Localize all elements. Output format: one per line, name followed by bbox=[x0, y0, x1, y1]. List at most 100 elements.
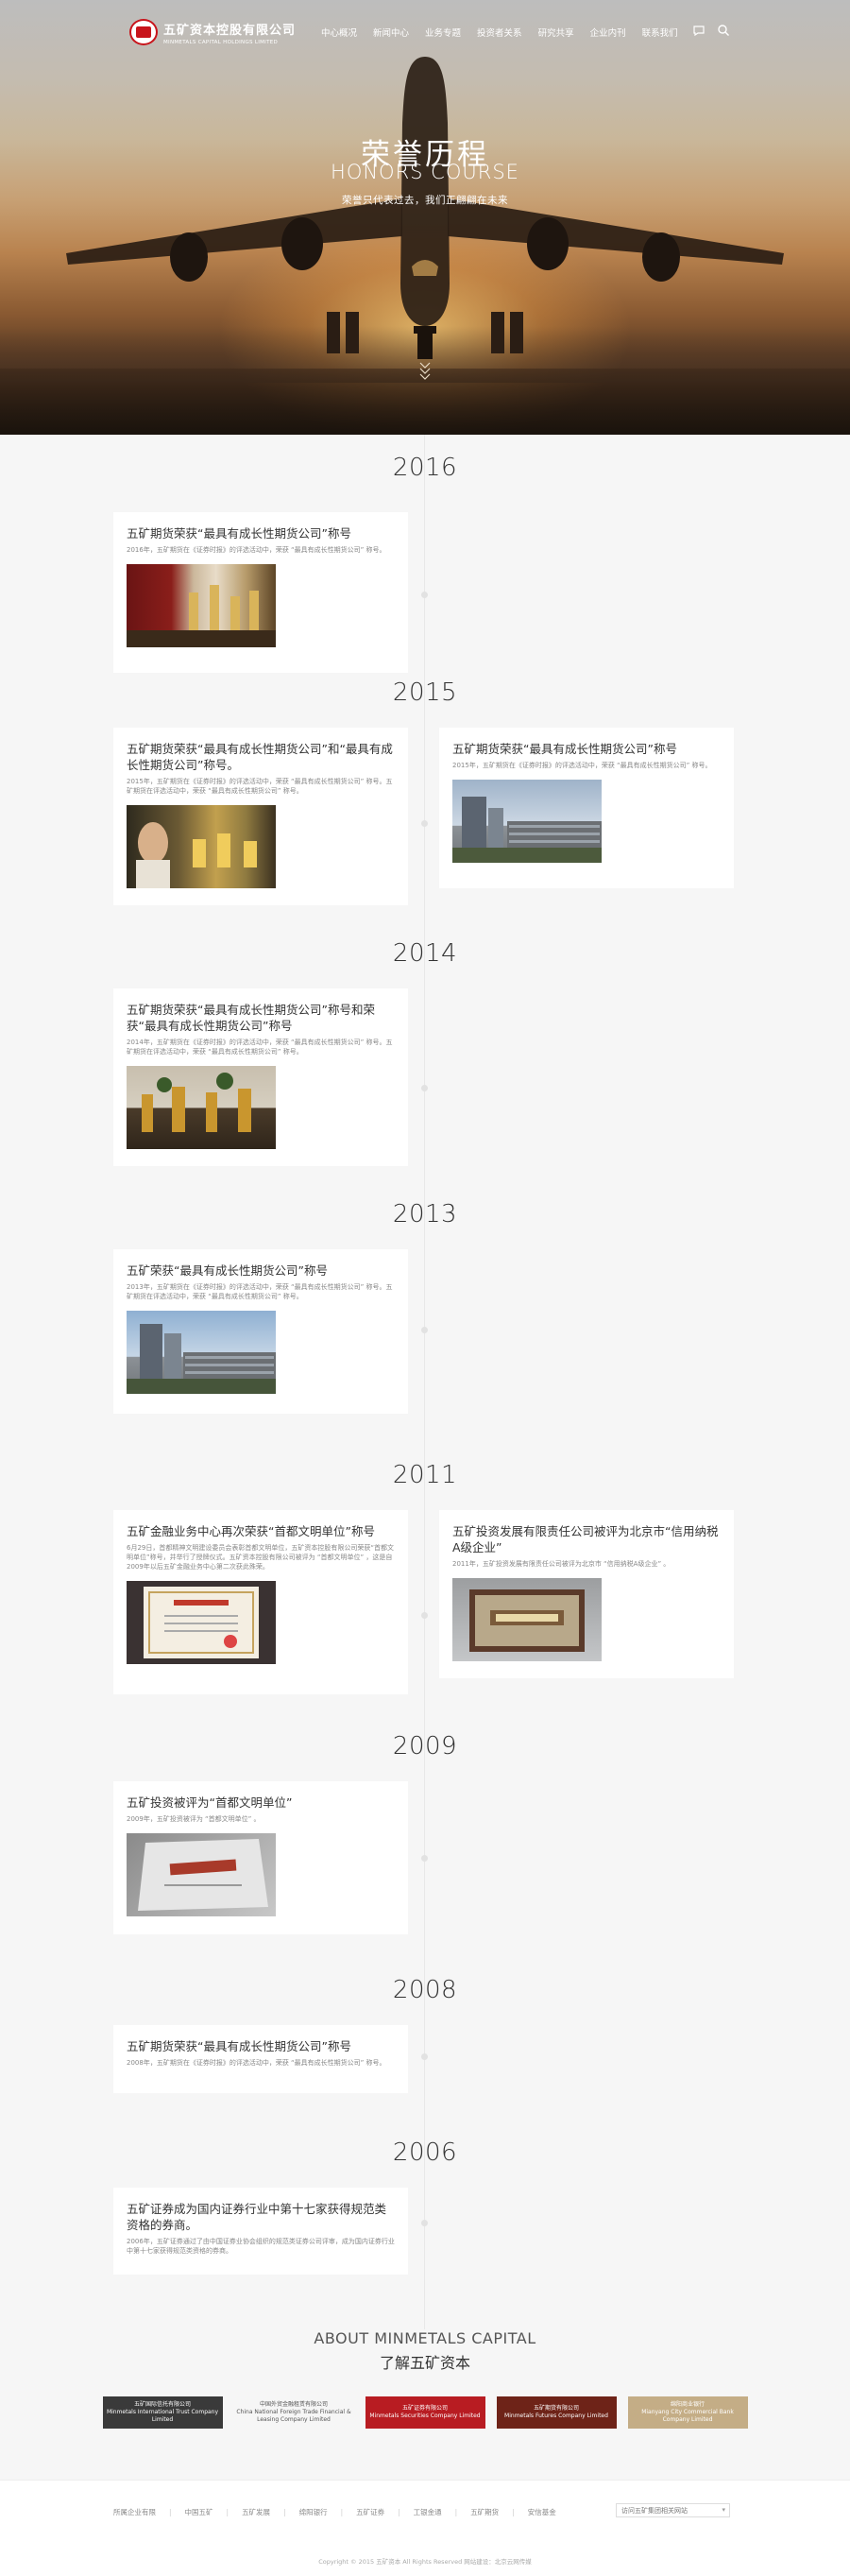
timeline-dot bbox=[421, 1085, 428, 1091]
honor-photo bbox=[127, 1311, 276, 1394]
nav-item-overview[interactable]: 中心概况 bbox=[321, 26, 357, 39]
nav-item-investors[interactable]: 投资者关系 bbox=[477, 26, 522, 39]
honor-card[interactable]: 五矿期货荣获“最具有成长性期货公司”称号 2015年，五矿期货在《证券时报》的评… bbox=[439, 728, 734, 888]
honor-title: 五矿期货荣获“最具有成长性期货公司”称号 bbox=[127, 526, 351, 541]
honor-title: 五矿金融业务中心再次荣获“首都文明单位”称号 bbox=[127, 1524, 375, 1538]
logo-emblem-icon bbox=[129, 19, 158, 45]
partner-name-en: Mianyang City Commercial Bank Company Li… bbox=[641, 2409, 734, 2423]
logo-name-cn: 五矿资本控股有限公司 bbox=[163, 23, 297, 38]
honor-card[interactable]: 五矿金融业务中心再次荣获“首都文明单位”称号 6月29日，首都精神文明建设委员会… bbox=[113, 1510, 408, 1694]
year-section-2014: 2014 五矿期货荣获“最具有成长性期货公司”称号和荣获“最具有成长性期货公司”… bbox=[0, 939, 850, 1200]
timeline-dot bbox=[421, 2220, 428, 2226]
honor-title: 五矿期货荣获“最具有成长性期货公司”称号和荣获“最具有成长性期货公司”称号 bbox=[127, 1003, 375, 1033]
hero-subtitle: 荣誉只代表过去，我们正翩翩在未来 bbox=[342, 195, 508, 206]
year-section-2006: 2006 五矿证券成为国内证券行业中第十七家获得规范类资格的券商。 2006年，… bbox=[0, 2138, 850, 2301]
nav-item-news[interactable]: 新闻中心 bbox=[373, 26, 409, 39]
honor-photo bbox=[127, 1833, 276, 1916]
honor-description: 2015年，五矿期货在《证券时报》的评选活动中，荣获 “最具有成长性期货公司” … bbox=[127, 778, 393, 795]
honor-title: 五矿期货荣获“最具有成长性期货公司”和“最具有成长性期货公司”称号。 bbox=[127, 742, 393, 772]
honor-card[interactable]: 五矿投资发展有限责任公司被评为北京市“信用纳税A级企业” 2011年，五矿投资发… bbox=[439, 1510, 734, 1678]
nav-item-contact[interactable]: 联系我们 bbox=[642, 26, 678, 39]
year-section-2013: 2013 五矿荣获“最具有成长性期货公司”称号 2013年，五矿期货在《证券时报… bbox=[0, 1200, 850, 1461]
honor-photo bbox=[127, 1581, 276, 1664]
partner-name-cn: 五矿国际信托有限公司 bbox=[133, 2401, 191, 2408]
main-nav: 中心概况 新闻中心 业务专题 投资者关系 研究共享 企业内刊 联系我们 bbox=[321, 26, 694, 39]
honor-description: 2011年，五矿投资发展有限责任公司被评为北京市 “信用纳税A级企业” 。 bbox=[452, 1560, 671, 1568]
related-sites-select[interactable]: 访问五矿集团相关网站 bbox=[616, 2503, 730, 2517]
honor-description: 2009年，五矿投资被评为 “首都文明单位” 。 bbox=[127, 1815, 261, 1823]
partner-name-en: China National Foreign Trade Financial &… bbox=[236, 2409, 351, 2423]
honor-photo bbox=[127, 805, 276, 888]
year-heading: 2015 bbox=[392, 678, 458, 707]
partner-name-en: Minmetals Securities Company Limited bbox=[369, 2413, 481, 2419]
honor-card[interactable]: 五矿投资被评为“首都文明单位” 2009年，五矿投资被评为 “首都文明单位” 。 bbox=[113, 1781, 408, 1934]
about-title-en: ABOUT MINMETALS CAPITAL bbox=[314, 2329, 536, 2347]
partner-logo[interactable]: 五矿国际信托有限公司 Minmetals International Trust… bbox=[102, 2396, 223, 2429]
year-section-2011: 2011 五矿金融业务中心再次荣获“首都文明单位”称号 6月29日，首都精神文明… bbox=[0, 1461, 850, 1732]
footer-link[interactable]: 五矿期货 bbox=[470, 2507, 499, 2517]
honor-photo bbox=[452, 780, 602, 863]
about-section: ABOUT MINMETALS CAPITAL 了解五矿资本 五矿国际信托有限公… bbox=[0, 2329, 850, 2429]
copyright-text: Copyright © 2015 五矿资本 All Rights Reserve… bbox=[318, 2558, 532, 2566]
honors-timeline: 2016 五矿期货荣获“最具有成长性期货公司”称号 2016年，五矿期货在《证券… bbox=[0, 435, 850, 2329]
footer-link[interactable]: 所属企业有限 bbox=[113, 2507, 156, 2517]
year-heading: 2016 bbox=[392, 454, 458, 482]
timeline-dot bbox=[421, 1855, 428, 1862]
footer-link[interactable]: 五矿证券 bbox=[356, 2507, 384, 2517]
honor-title: 五矿期货荣获“最具有成长性期货公司”称号 bbox=[127, 2039, 351, 2053]
about-title-cn: 了解五矿资本 bbox=[379, 2354, 470, 2372]
year-section-2016: 2016 五矿期货荣获“最具有成长性期货公司”称号 2016年，五矿期货在《证券… bbox=[0, 435, 850, 678]
honor-description: 2016年，五矿期货在《证券时报》的评选活动中，荣获 “最具有成长性期货公司” … bbox=[127, 546, 386, 554]
year-section-2015: 2015 五矿期货荣获“最具有成长性期货公司”和“最具有成长性期货公司”称号。 … bbox=[0, 678, 850, 939]
nav-item-research[interactable]: 研究共享 bbox=[538, 26, 574, 39]
footer-link[interactable]: 工银金通 bbox=[414, 2507, 442, 2517]
honor-description: 6月29日，首都精神文明建设委员会表彰首都文明单位，五矿资本控股有限公司荣获“首… bbox=[127, 1544, 394, 1571]
nav-item-journal[interactable]: 企业内刊 bbox=[590, 26, 626, 39]
honor-description: 2015年，五矿期货在《证券时报》的评选活动中，荣获 “最具有成长性期货公司” … bbox=[452, 762, 712, 769]
partner-name-en: Minmetals Futures Company Limited bbox=[504, 2413, 608, 2419]
scroll-down-icon[interactable] bbox=[418, 361, 432, 383]
timeline-dot bbox=[421, 820, 428, 827]
year-heading: 2014 bbox=[392, 939, 458, 968]
hero-title-en: HONORS COURSE bbox=[331, 161, 519, 183]
timeline-dot bbox=[421, 592, 428, 598]
partner-name-cn: 绵阳商业银行 bbox=[670, 2401, 705, 2408]
partner-name-cn: 五矿期货有限公司 bbox=[533, 2405, 579, 2412]
partner-logo[interactable]: 五矿证券有限公司 Minmetals Securities Company Li… bbox=[365, 2396, 485, 2429]
honor-photo bbox=[127, 564, 276, 647]
honor-card[interactable]: 五矿期货荣获“最具有成长性期货公司”和“最具有成长性期货公司”称号。 2015年… bbox=[113, 728, 408, 905]
year-heading: 2009 bbox=[392, 1732, 458, 1760]
partner-logo[interactable]: 中国外贸金融租赁有限公司 China National Foreign Trad… bbox=[233, 2396, 354, 2429]
honor-card[interactable]: 五矿荣获“最具有成长性期货公司”称号 2013年，五矿期货在《证券时报》的评选活… bbox=[113, 1249, 408, 1414]
honor-card[interactable]: 五矿期货荣获“最具有成长性期货公司”称号 2016年，五矿期货在《证券时报》的评… bbox=[113, 512, 408, 673]
chat-icon[interactable] bbox=[692, 24, 706, 37]
logo-name-en: MINMETALS CAPITAL HOLDINGS LIMITED bbox=[163, 39, 279, 45]
honor-description: 2013年，五矿期货在《证券时报》的评选活动中，荣获 “最具有成长性期货公司” … bbox=[127, 1283, 393, 1300]
year-heading: 2006 bbox=[392, 2138, 458, 2167]
timeline-dot bbox=[421, 1612, 428, 1619]
honor-title: 五矿荣获“最具有成长性期货公司”称号 bbox=[127, 1263, 328, 1278]
timeline-dot bbox=[421, 2053, 428, 2060]
footer-link[interactable]: 中国五矿 bbox=[185, 2507, 213, 2517]
hero-banner: 五矿资本控股有限公司 MINMETALS CAPITAL HOLDINGS LI… bbox=[0, 0, 850, 435]
honor-title: 五矿投资发展有限责任公司被评为北京市“信用纳税A级企业” bbox=[452, 1524, 719, 1554]
timeline-dot bbox=[421, 1327, 428, 1333]
year-section-2009: 2009 五矿投资被评为“首都文明单位” 2009年，五矿投资被评为 “首都文明… bbox=[0, 1732, 850, 1976]
honor-title: 五矿证券成为国内证券行业中第十七家获得规范类资格的券商。 bbox=[127, 2202, 387, 2232]
partner-name-cn: 中国外贸金融租赁有限公司 bbox=[259, 2401, 328, 2408]
search-icon[interactable] bbox=[717, 24, 730, 37]
honor-card[interactable]: 五矿证券成为国内证券行业中第十七家获得规范类资格的券商。 2006年，五矿证券通… bbox=[113, 2188, 408, 2275]
year-section-2008: 2008 五矿期货荣获“最具有成长性期货公司”称号 2008年，五矿期货在《证券… bbox=[0, 1976, 850, 2138]
partner-logo[interactable]: 绵阳商业银行 Mianyang City Commercial Bank Com… bbox=[627, 2396, 748, 2429]
footer-link[interactable]: 安信基金 bbox=[528, 2507, 556, 2517]
nav-item-business[interactable]: 业务专题 bbox=[425, 26, 461, 39]
footer-link[interactable]: 绵阳银行 bbox=[299, 2507, 328, 2517]
honor-card[interactable]: 五矿期货荣获“最具有成长性期货公司”称号 2008年，五矿期货在《证券时报》的评… bbox=[113, 2025, 408, 2093]
honor-description: 2006年，五矿证券通过了由中国证券业协会组织的规范类证券公司评审，成为国内证券… bbox=[127, 2238, 395, 2255]
partner-logo[interactable]: 五矿期货有限公司 Minmetals Futures Company Limit… bbox=[496, 2396, 617, 2429]
honor-title: 五矿投资被评为“首都文明单位” bbox=[127, 1795, 293, 1810]
footer-link[interactable]: 五矿发展 bbox=[242, 2507, 270, 2517]
top-navigation: 五矿资本控股有限公司 MINMETALS CAPITAL HOLDINGS LI… bbox=[0, 0, 850, 62]
honor-card[interactable]: 五矿期货荣获“最具有成长性期货公司”称号和荣获“最具有成长性期货公司”称号 20… bbox=[113, 988, 408, 1166]
company-logo[interactable]: 五矿资本控股有限公司 MINMETALS CAPITAL HOLDINGS LI… bbox=[129, 19, 296, 45]
